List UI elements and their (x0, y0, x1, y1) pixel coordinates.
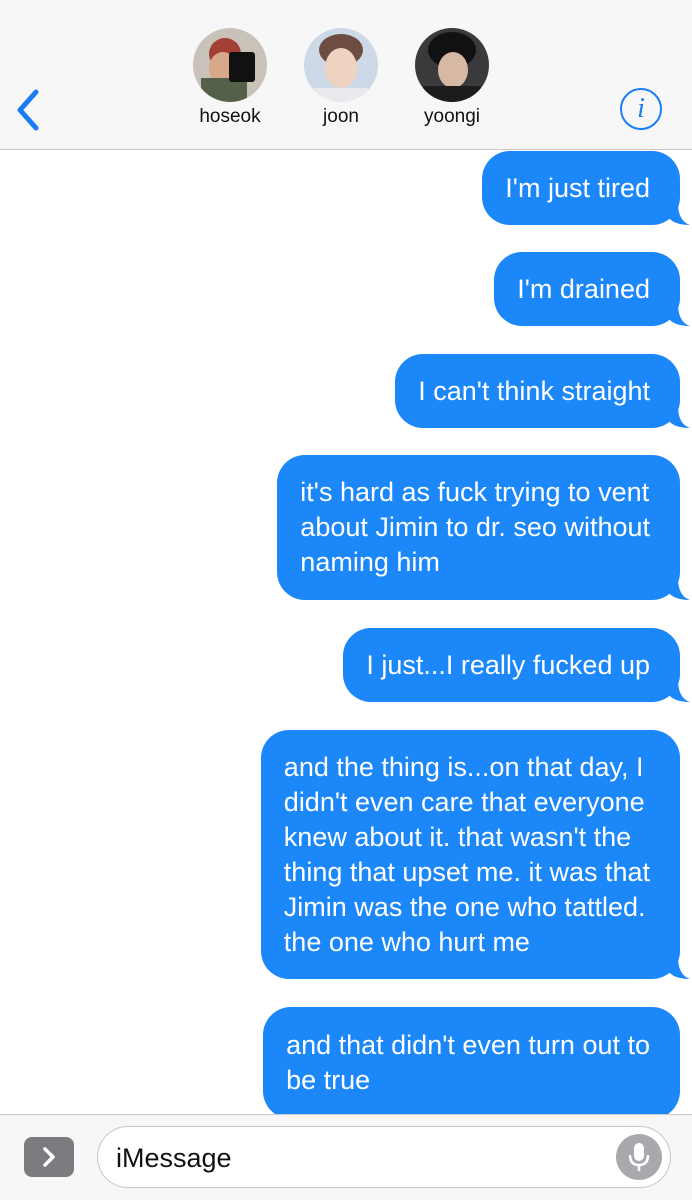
contact-name: hoseok (199, 106, 261, 127)
contact-hoseok[interactable]: hoseok (180, 28, 280, 128)
message-text: I can't think straight (418, 375, 650, 406)
chevron-right-icon (43, 1147, 55, 1167)
bubble-tail (668, 957, 690, 979)
message-text: and that didn't even turn out to be true (286, 1030, 650, 1095)
message-bubble[interactable]: and that didn't even turn out to be true (263, 1007, 680, 1114)
contact-yoongi[interactable]: yoongi (402, 28, 502, 128)
message-text: I'm drained (517, 273, 650, 304)
contact-joon[interactable]: joon (291, 28, 391, 128)
message-bubble[interactable]: I'm just tired (482, 151, 690, 225)
message-text: and the thing is...on that day, I didn't… (283, 751, 650, 957)
bubble-tail (668, 406, 690, 428)
avatar (415, 28, 489, 102)
message-bubble[interactable]: I'm drained (494, 252, 690, 326)
microphone-icon (628, 1143, 650, 1171)
bubble-tail (668, 578, 690, 600)
info-button[interactable]: i (620, 88, 662, 130)
message-text: it's hard as fuck trying to vent about J… (300, 477, 650, 577)
apps-button[interactable] (24, 1137, 74, 1177)
contact-name: yoongi (424, 106, 480, 127)
bubble-tail (668, 304, 690, 326)
back-button[interactable] (12, 88, 48, 132)
avatar (193, 28, 267, 102)
bubble-tail (668, 680, 690, 702)
microphone-button[interactable] (616, 1134, 662, 1180)
message-composer: iMessage (0, 1114, 692, 1200)
message-bubble[interactable]: I can't think straight (395, 354, 690, 428)
message-bubble[interactable]: and the thing is...on that day, I didn't… (260, 730, 690, 979)
message-bubble[interactable]: it's hard as fuck trying to vent about J… (277, 455, 690, 600)
message-thread[interactable]: I'm just tired I'm drained I can't think… (0, 151, 692, 1114)
avatar (304, 28, 378, 102)
message-text: I just...I really fucked up (366, 649, 650, 680)
message-input[interactable]: iMessage (97, 1126, 671, 1188)
message-bubble[interactable]: I just...I really fucked up (343, 628, 690, 702)
message-input-placeholder: iMessage (116, 1143, 232, 1173)
message-text: I'm just tired (505, 172, 650, 203)
chevron-left-icon (17, 89, 39, 131)
conversation-header: hoseok joon yoongi i (0, 0, 692, 150)
bubble-tail (668, 203, 690, 225)
info-icon: i (637, 93, 645, 124)
contact-name: joon (323, 106, 359, 127)
